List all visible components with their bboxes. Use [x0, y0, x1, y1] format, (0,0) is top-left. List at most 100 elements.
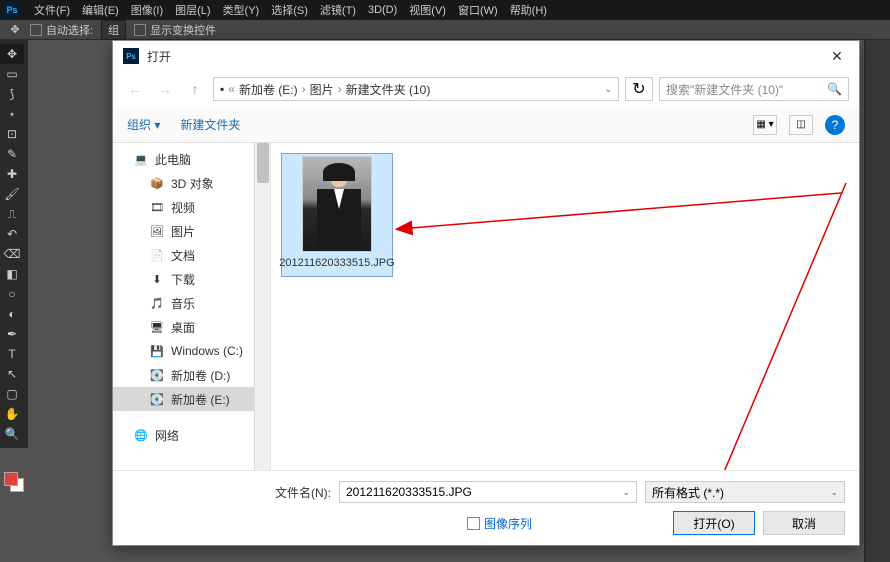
tree-item-8[interactable]: 💾Windows (C:) — [113, 339, 270, 363]
close-button[interactable]: ✕ — [825, 44, 849, 68]
preview-pane-button[interactable]: ◫ — [789, 115, 813, 135]
folder-icon: 📦 — [149, 176, 165, 190]
tree-item-9[interactable]: 💽新加卷 (D:) — [113, 363, 270, 387]
tree-item-4[interactable]: 📄文档 — [113, 243, 270, 267]
menu-3d[interactable]: 3D(D) — [362, 4, 403, 16]
annotation-arrow-2 — [671, 173, 859, 470]
tree-item-5[interactable]: ⬇下载 — [113, 267, 270, 291]
folder-icon: 🌐 — [133, 428, 149, 442]
pen-tool[interactable]: ✒ — [0, 324, 24, 344]
open-file-dialog: Ps 打开 ✕ ← → ↑ ▪ « 新加卷 (E:) › 图片 › 新建文件夹 … — [112, 40, 860, 546]
dialog-toolbar: 组织 ▾ 新建文件夹 ▦ ▾ ◫ ? — [113, 107, 859, 143]
nav-back-button[interactable]: ← — [123, 77, 147, 101]
lasso-tool[interactable]: ⟆ — [0, 84, 24, 104]
organize-button[interactable]: 组织 ▾ — [127, 116, 160, 133]
help-button[interactable]: ? — [825, 115, 845, 135]
crop-tool[interactable]: ⊡ — [0, 124, 24, 144]
tree-label: 3D 对象 — [171, 175, 214, 192]
ps-panels-collapsed[interactable] — [864, 40, 890, 562]
blur-tool[interactable]: ○ — [0, 284, 24, 304]
move-tool[interactable]: ✥ — [0, 44, 24, 64]
tree-label: 网络 — [155, 427, 179, 444]
gradient-tool[interactable]: ◧ — [0, 264, 24, 284]
tree-item-1[interactable]: 📦 3D 对象 — [113, 171, 270, 195]
filename-dropdown-icon[interactable]: ⌄ — [622, 487, 630, 498]
wand-tool[interactable]: ⋆ — [0, 104, 24, 124]
ps-tools-panel: ✥ ▭ ⟆ ⋆ ⊡ ✎ ✚ 🖌 ⎍ ↶ ⌫ ◧ ○ ◐ ✒ T ↖ ▢ ✋ 🔍 — [0, 40, 28, 448]
tree-scrollbar[interactable] — [254, 143, 270, 470]
sequence-label: 图像序列 — [484, 515, 532, 532]
menu-window[interactable]: 窗口(W) — [452, 2, 504, 18]
tree-item-2[interactable]: 🎞视频 — [113, 195, 270, 219]
file-name-label: 201211620333515.JPG — [277, 252, 396, 274]
path-part-1[interactable]: 图片 — [310, 81, 334, 98]
new-folder-button[interactable]: 新建文件夹 — [180, 116, 240, 133]
path-part-0[interactable]: 新加卷 (E:) — [239, 81, 298, 98]
path-tool[interactable]: ↖ — [0, 364, 24, 384]
zoom-tool[interactable]: 🔍 — [0, 424, 24, 444]
filename-input[interactable]: 201211620333515.JPG ⌄ — [339, 481, 637, 503]
tree-item-0[interactable]: 💻此电脑 — [113, 147, 270, 171]
autoselect-label: 自动选择: — [46, 22, 93, 38]
autoselect-dropdown[interactable]: 组 — [101, 20, 126, 40]
menu-help[interactable]: 帮助(H) — [504, 2, 553, 18]
refresh-button[interactable]: ↻ — [625, 77, 653, 101]
brush-tool[interactable]: 🖌 — [0, 184, 24, 204]
dialog-title: 打开 — [147, 48, 171, 65]
folder-icon: 🎵 — [149, 296, 165, 310]
folder-icon: 🎞 — [149, 200, 165, 214]
heal-tool[interactable]: ✚ — [0, 164, 24, 184]
shape-tool[interactable]: ▢ — [0, 384, 24, 404]
eraser-tool[interactable]: ⌫ — [0, 244, 24, 264]
cancel-button[interactable]: 取消 — [763, 511, 845, 535]
tree-label: 新加卷 (E:) — [171, 391, 230, 408]
filetype-select[interactable]: 所有格式 (*.*) ⌄ — [645, 481, 845, 503]
tree-item-6[interactable]: 🎵音乐 — [113, 291, 270, 315]
menu-filter[interactable]: 滤镜(T) — [314, 2, 362, 18]
stamp-tool[interactable]: ⎍ — [0, 204, 24, 224]
tree-item-11[interactable]: 🌐 网络 — [113, 423, 270, 447]
file-thumbnail — [302, 156, 372, 252]
open-button[interactable]: 打开(O) — [673, 511, 755, 535]
transform-checkbox[interactable] — [134, 24, 146, 36]
file-item-selected[interactable]: 201211620333515.JPG — [281, 153, 393, 277]
menu-image[interactable]: 图像(I) — [125, 2, 169, 18]
menu-file[interactable]: 文件(F) — [28, 2, 76, 18]
menu-select[interactable]: 选择(S) — [265, 2, 314, 18]
menu-edit[interactable]: 编辑(E) — [76, 2, 125, 18]
annotation-arrow-1 — [391, 173, 851, 470]
tree-item-3[interactable]: 🖼图片 — [113, 219, 270, 243]
color-swatch[interactable] — [4, 472, 24, 492]
menu-view[interactable]: 视图(V) — [403, 2, 452, 18]
tree-item-10[interactable]: 💽 新加卷 (E:) — [113, 387, 270, 411]
sequence-checkbox[interactable] — [467, 517, 480, 530]
menu-type[interactable]: 类型(Y) — [217, 2, 266, 18]
search-icon: 🔍 — [827, 82, 842, 96]
folder-icon: 💽 — [149, 368, 165, 382]
path-part-2[interactable]: 新建文件夹 (10) — [346, 81, 431, 98]
history-tool[interactable]: ↶ — [0, 224, 24, 244]
nav-up-button[interactable]: ↑ — [183, 77, 207, 101]
eyedropper-tool[interactable]: ✎ — [0, 144, 24, 164]
path-dropdown-icon[interactable]: ⌄ — [604, 84, 612, 95]
tree-item-7[interactable]: 🖥桌面 — [113, 315, 270, 339]
dodge-tool[interactable]: ◐ — [0, 304, 24, 324]
hand-tool[interactable]: ✋ — [0, 404, 24, 424]
folder-icon: ⬇ — [149, 272, 165, 286]
file-list[interactable]: 201211620333515.JPG — [271, 143, 859, 470]
address-bar[interactable]: ▪ « 新加卷 (E:) › 图片 › 新建文件夹 (10) ⌄ — [213, 77, 619, 101]
tree-label: 图片 — [171, 223, 195, 240]
autoselect-checkbox[interactable] — [30, 24, 42, 36]
menu-layer[interactable]: 图层(L) — [169, 2, 216, 18]
filetype-dropdown-icon[interactable]: ⌄ — [830, 487, 838, 498]
ps-menubar: Ps 文件(F) 编辑(E) 图像(I) 图层(L) 类型(Y) 选择(S) 滤… — [0, 0, 890, 20]
view-mode-button[interactable]: ▦ ▾ — [753, 115, 777, 135]
text-tool[interactable]: T — [0, 344, 24, 364]
ps-logo-icon: Ps — [4, 2, 20, 18]
folder-icon: 🖥 — [149, 320, 165, 334]
search-input[interactable]: 搜索"新建文件夹 (10)" 🔍 — [659, 77, 849, 101]
nav-forward-button[interactable]: → — [153, 77, 177, 101]
dialog-navbar: ← → ↑ ▪ « 新加卷 (E:) › 图片 › 新建文件夹 (10) ⌄ ↻… — [113, 71, 859, 107]
folder-icon: 💽 — [149, 392, 165, 406]
marquee-tool[interactable]: ▭ — [0, 64, 24, 84]
